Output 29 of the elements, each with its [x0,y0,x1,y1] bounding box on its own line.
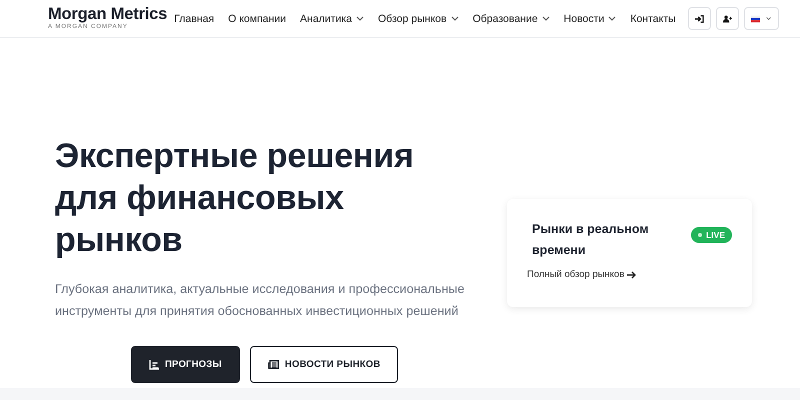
chevron-down-icon [450,16,459,21]
language-dropdown[interactable] [744,7,779,30]
nav-link[interactable]: Аналитика [293,8,372,28]
chevron-down-icon [356,16,364,21]
chevron-down-icon [542,16,550,21]
nav-link[interactable]: Образование [466,8,557,28]
hero-title: Экспертные решения для финансовых рынков [55,136,415,261]
login-button[interactable] [688,7,711,30]
nav-link[interactable]: Новости [556,8,624,28]
newspaper-icon [268,360,279,369]
live-badge: LIVE [691,227,732,243]
chart-icon [149,360,159,370]
chevron-down-icon [766,16,772,21]
user-plus-icon [722,14,732,24]
markets-overview-link[interactable]: Полный обзор рынков [527,269,636,280]
nav-link[interactable]: О компании [221,8,294,28]
login-icon [694,14,704,24]
arrow-right-icon [627,270,636,278]
russian-flag-icon [750,14,760,24]
brand-name: Morgan Metrics [48,6,168,23]
nav-link[interactable]: Контакты [623,8,683,28]
nav-link[interactable]: Обзор рынков [371,8,466,28]
forecasts-button[interactable]: ПРОГНОЗЫ [131,346,240,383]
nav-link[interactable]: Главная [167,8,222,28]
register-button[interactable] [716,7,739,30]
market-news-button[interactable]: НОВОСТИ РЫНКОВ [250,346,398,383]
hero-subtitle: Глубокая аналитика, актуальные исследования и профессиональные инструменты для принятия обоснованных инвестиционных решений [55,281,466,320]
chevron-down-icon [608,16,616,21]
card-title: Рынки в реальном времени [532,221,650,259]
